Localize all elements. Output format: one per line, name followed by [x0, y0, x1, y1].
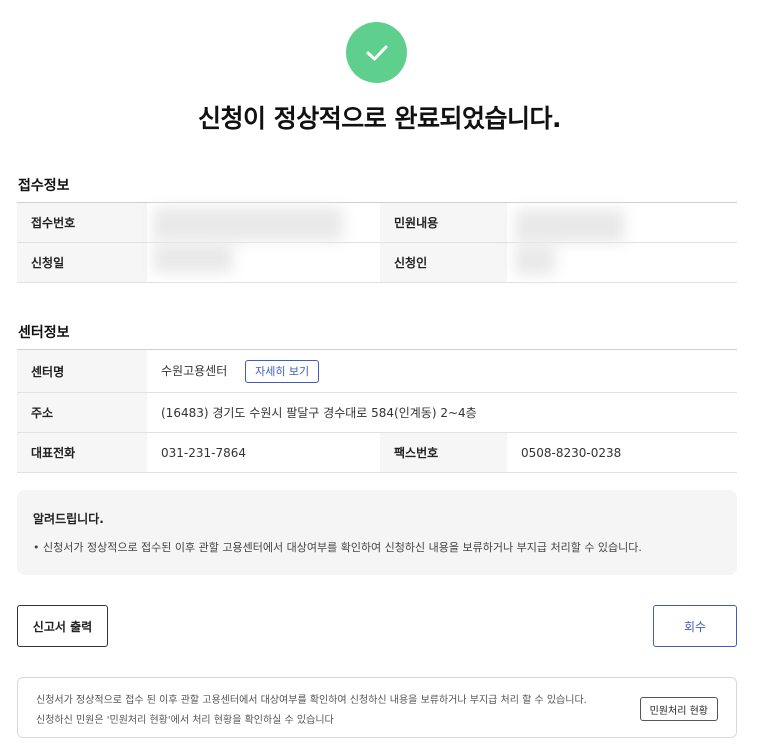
application-date-value: [147, 242, 380, 283]
bottom-info-line-1: 신청서가 정상적으로 접수 된 이후 관할 고용센터에서 대상여부를 확인하여 …: [36, 695, 587, 706]
complaint-content-value: [507, 202, 737, 243]
fax-value: 0508-8230-0238: [507, 432, 737, 473]
fax-label: 팩스번호: [380, 432, 507, 473]
center-detail-button[interactable]: 자세히 보기: [245, 359, 320, 383]
application-date-label: 신청일: [17, 242, 147, 283]
address-label: 주소: [17, 392, 147, 433]
receipt-info-table: 접수번호 민원내용 신청일 신청인: [17, 202, 737, 283]
success-check-badge: [346, 22, 407, 83]
complaint-status-button[interactable]: 민원처리 현황: [639, 697, 718, 721]
notice-box: 알려드립니다. • 신청서가 정상적으로 접수된 이후 관할 고용센터에서 대상…: [17, 490, 737, 575]
withdraw-button[interactable]: 회수: [653, 605, 737, 647]
receipt-section-title: 접수정보: [18, 178, 70, 194]
center-name-value: 수원고용센터: [161, 363, 228, 378]
phone-value: 031-231-7864: [147, 432, 380, 473]
center-section-title: 센터정보: [18, 325, 70, 341]
receipt-number-label: 접수번호: [17, 202, 147, 243]
center-name-cell: 수원고용센터 자세히 보기: [147, 349, 737, 393]
receipt-number-value: [147, 202, 380, 243]
print-report-button[interactable]: 신고서 출력: [17, 605, 108, 647]
center-name-label: 센터명: [17, 349, 147, 393]
notice-title: 알려드립니다.: [33, 512, 104, 526]
notice-text: • 신청서가 정상적으로 접수된 이후 관할 고용센터에서 대상여부를 확인하여…: [33, 541, 642, 554]
phone-label: 대표전화: [17, 432, 147, 473]
complaint-content-label: 민원내용: [380, 202, 507, 243]
check-icon: [366, 45, 387, 60]
address-value: (16483) 경기도 수원시 팔달구 경수대로 584(인계동) 2~4층: [147, 392, 737, 433]
bottom-info-line-2: 신청하신 민원은 '민원처리 현황'에서 처리 현황을 확인하실 수 있습니다: [36, 715, 334, 726]
bottom-info-box: 신청서가 정상적으로 접수 된 이후 관할 고용센터에서 대상여부를 확인하여 …: [17, 677, 737, 738]
page-title: 신청이 정상적으로 완료되었습니다.: [198, 104, 561, 133]
applicant-label: 신청인: [380, 242, 507, 283]
center-info-table: 센터명 수원고용센터 자세히 보기 주소 (16483) 경기도 수원시 팔달구…: [17, 349, 737, 473]
applicant-value: [507, 242, 737, 283]
